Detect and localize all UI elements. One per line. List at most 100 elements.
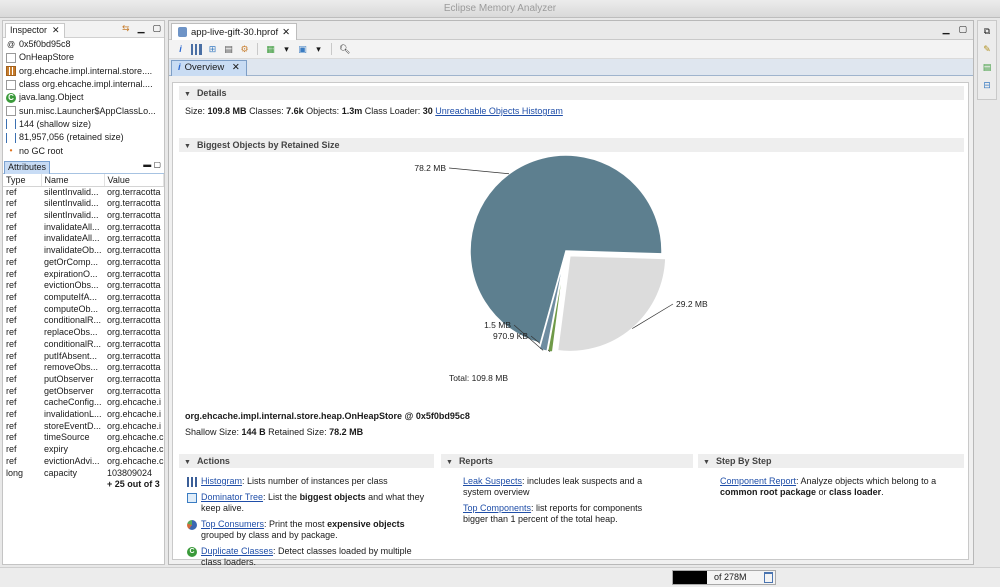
table-row[interactable]: ref evictionAdvi... org.ehcache.c <box>3 456 164 468</box>
dropdown-icon[interactable]: ▾ <box>281 44 292 55</box>
close-icon[interactable]: ✕ <box>52 25 60 35</box>
histogram-link[interactable]: Histogram <box>201 476 242 486</box>
attribute-type: ref <box>6 245 17 256</box>
table-row[interactable]: ref replaceObs... org.terracotta <box>3 327 164 339</box>
table-row[interactable]: ref cacheConfig... org.ehcache.i <box>3 397 164 409</box>
actions-header[interactable]: ▼ Actions <box>179 454 434 468</box>
attribute-type: ref <box>6 362 17 373</box>
link-icon[interactable]: ⇆ <box>122 23 130 34</box>
notes-icon[interactable]: ✎ <box>981 43 993 55</box>
oql-icon[interactable]: ▤ <box>223 44 234 55</box>
table-row[interactable]: ref conditionalR... org.terracotta <box>3 315 164 327</box>
info-icon: i <box>178 62 181 73</box>
maximize-icon[interactable]: ▢ <box>152 23 161 34</box>
inspector-row[interactable]: OnHeapStore <box>3 51 164 64</box>
inspector-tab[interactable]: Inspector ✕ <box>5 23 65 38</box>
table-row[interactable]: ref computeIfA... org.terracotta <box>3 292 164 304</box>
column-header-name[interactable]: Name <box>41 173 105 187</box>
table-row[interactable]: ref evictionObs... org.terracotta <box>3 280 164 292</box>
collapse-icon[interactable]: ▼ <box>446 456 453 470</box>
thread-overview-icon[interactable]: ⚙ <box>239 44 250 55</box>
attribute-name: silentInvalid... <box>44 210 99 221</box>
unreachable-histogram-link[interactable]: Unreachable Objects Histogram <box>435 106 563 116</box>
minimize-icon[interactable]: ▁ <box>943 24 950 35</box>
table-row[interactable]: ref silentInvalid... org.terracotta <box>3 210 164 222</box>
table-row[interactable]: long capacity 103809024 <box>3 468 164 480</box>
table-row[interactable]: ref putIfAbsent... org.terracotta <box>3 351 164 363</box>
minimize-icon[interactable]: ▬ <box>143 160 151 169</box>
component-report-end: . <box>881 487 884 497</box>
table-row[interactable]: ref putObserver org.terracotta <box>3 374 164 386</box>
column-header-type[interactable]: Type <box>3 173 42 187</box>
table-row[interactable]: ref expiry org.ehcache.c <box>3 444 164 456</box>
inspector-row[interactable]: org.ehcache.impl.internal.store.... <box>3 65 164 78</box>
close-icon[interactable]: ✕ <box>282 25 290 40</box>
dropdown-icon[interactable]: ▾ <box>313 44 324 55</box>
inspector-row[interactable]: sun.misc.Launcher$AppClassLo... <box>3 104 164 117</box>
dominator-tree-icon[interactable]: ⊞ <box>207 44 218 55</box>
table-row[interactable]: ref storeEventD... org.ehcache.i <box>3 421 164 433</box>
editor-controls: ▁ ▢ <box>943 24 967 35</box>
histogram-icon[interactable] <box>191 43 202 55</box>
garbage-collect-icon[interactable] <box>764 572 773 583</box>
inspector-row[interactable]: Cjava.lang.Object <box>3 91 164 104</box>
inspector-row[interactable]: • no GC root <box>3 144 164 157</box>
file-tab[interactable]: app-live-gift-30.hprof ✕ <box>171 23 298 40</box>
consumers-desc-end: grouped by class and by package. <box>201 530 338 540</box>
table-row[interactable]: ref timeSource org.ehcache.c <box>3 432 164 444</box>
collapse-icon[interactable]: ▼ <box>184 456 191 470</box>
table-row[interactable]: ref removeObs... org.terracotta <box>3 362 164 374</box>
inspector-row[interactable]: class org.ehcache.impl.internal.... <box>3 78 164 91</box>
table-row[interactable]: ref invalidateOb... org.terracotta <box>3 245 164 257</box>
attribute-value: org.terracotta <box>107 373 161 384</box>
duplicate-classes-link[interactable]: Duplicate Classes <box>201 546 273 556</box>
close-icon[interactable]: ✕ <box>232 62 240 73</box>
step-by-step-header[interactable]: ▼ Step By Step <box>698 454 964 468</box>
run-report-icon[interactable]: ▦ <box>265 44 276 55</box>
document-icon <box>6 79 16 90</box>
table-row[interactable]: ref invalidateAll... org.terracotta <box>3 222 164 234</box>
search-icon[interactable]: 🔍︎ <box>339 44 350 55</box>
editor-tabbar: app-live-gift-30.hprof ✕ ▁ ▢ <box>169 21 973 40</box>
leak-suspects-link[interactable]: Leak Suspects <box>463 476 522 486</box>
details-header[interactable]: ▼ Details <box>179 86 964 100</box>
report-leak-suspects: Leak Suspects: includes leak suspects an… <box>463 476 663 498</box>
navigation-history-icon[interactable]: ▤ <box>981 61 993 73</box>
top-consumers-link[interactable]: Top Consumers <box>201 519 264 529</box>
heap-status[interactable]: of 278M <box>672 570 776 585</box>
query-browser-icon[interactable]: ▣ <box>297 44 308 55</box>
inspector-row[interactable]: @0x5f0bd95c8 <box>3 38 164 51</box>
collapse-icon[interactable]: ▼ <box>184 88 191 102</box>
heap-status-text: of 278M <box>714 572 747 582</box>
inspector-row[interactable]: 144 (shallow size) <box>3 118 164 131</box>
top-components-link[interactable]: Top Components <box>463 503 531 513</box>
attribute-name: computeOb... <box>44 303 99 314</box>
maximize-icon[interactable]: ▢ <box>958 24 967 35</box>
table-row[interactable]: ref expirationO... org.terracotta <box>3 269 164 281</box>
table-row[interactable]: ref conditionalR... org.terracotta <box>3 339 164 351</box>
pie-slice[interactable] <box>556 254 667 353</box>
table-row[interactable]: ref invalidateAll... org.terracotta <box>3 233 164 245</box>
compare-basket-icon[interactable]: ⊟ <box>981 79 993 91</box>
inspector-row[interactable]: 81,957,056 (retained size) <box>3 131 164 144</box>
table-row[interactable]: ref computeOb... org.terracotta <box>3 304 164 316</box>
maximize-icon[interactable]: ▢ <box>153 160 161 169</box>
column-header-value[interactable]: Value <box>104 173 164 187</box>
table-row[interactable]: ref getOrComp... org.terracotta <box>3 257 164 269</box>
dominator-tree-link[interactable]: Dominator Tree <box>201 492 263 502</box>
attribute-type: ref <box>6 210 17 221</box>
more-attributes-link[interactable]: + 25 out of 3 <box>104 479 164 491</box>
component-report-link[interactable]: Component Report <box>720 476 796 486</box>
minimize-icon[interactable]: ▁ <box>138 23 145 34</box>
table-row[interactable]: ref silentInvalid... org.terracotta <box>3 198 164 210</box>
attributes-tab[interactable]: Attributes <box>4 160 51 174</box>
restore-icon[interactable]: ⧉ <box>981 25 993 37</box>
info-icon[interactable]: i <box>175 44 186 55</box>
overview-tab[interactable]: i Overview ✕ <box>171 60 247 76</box>
attribute-type: long <box>6 467 24 478</box>
reports-header[interactable]: ▼ Reports <box>441 454 693 468</box>
table-row[interactable]: ref silentInvalid... org.terracotta <box>3 186 164 198</box>
table-row[interactable]: ref invalidationL... org.ehcache.i <box>3 409 164 421</box>
table-row[interactable]: ref getObserver org.terracotta <box>3 386 164 398</box>
collapse-icon[interactable]: ▼ <box>703 456 710 470</box>
